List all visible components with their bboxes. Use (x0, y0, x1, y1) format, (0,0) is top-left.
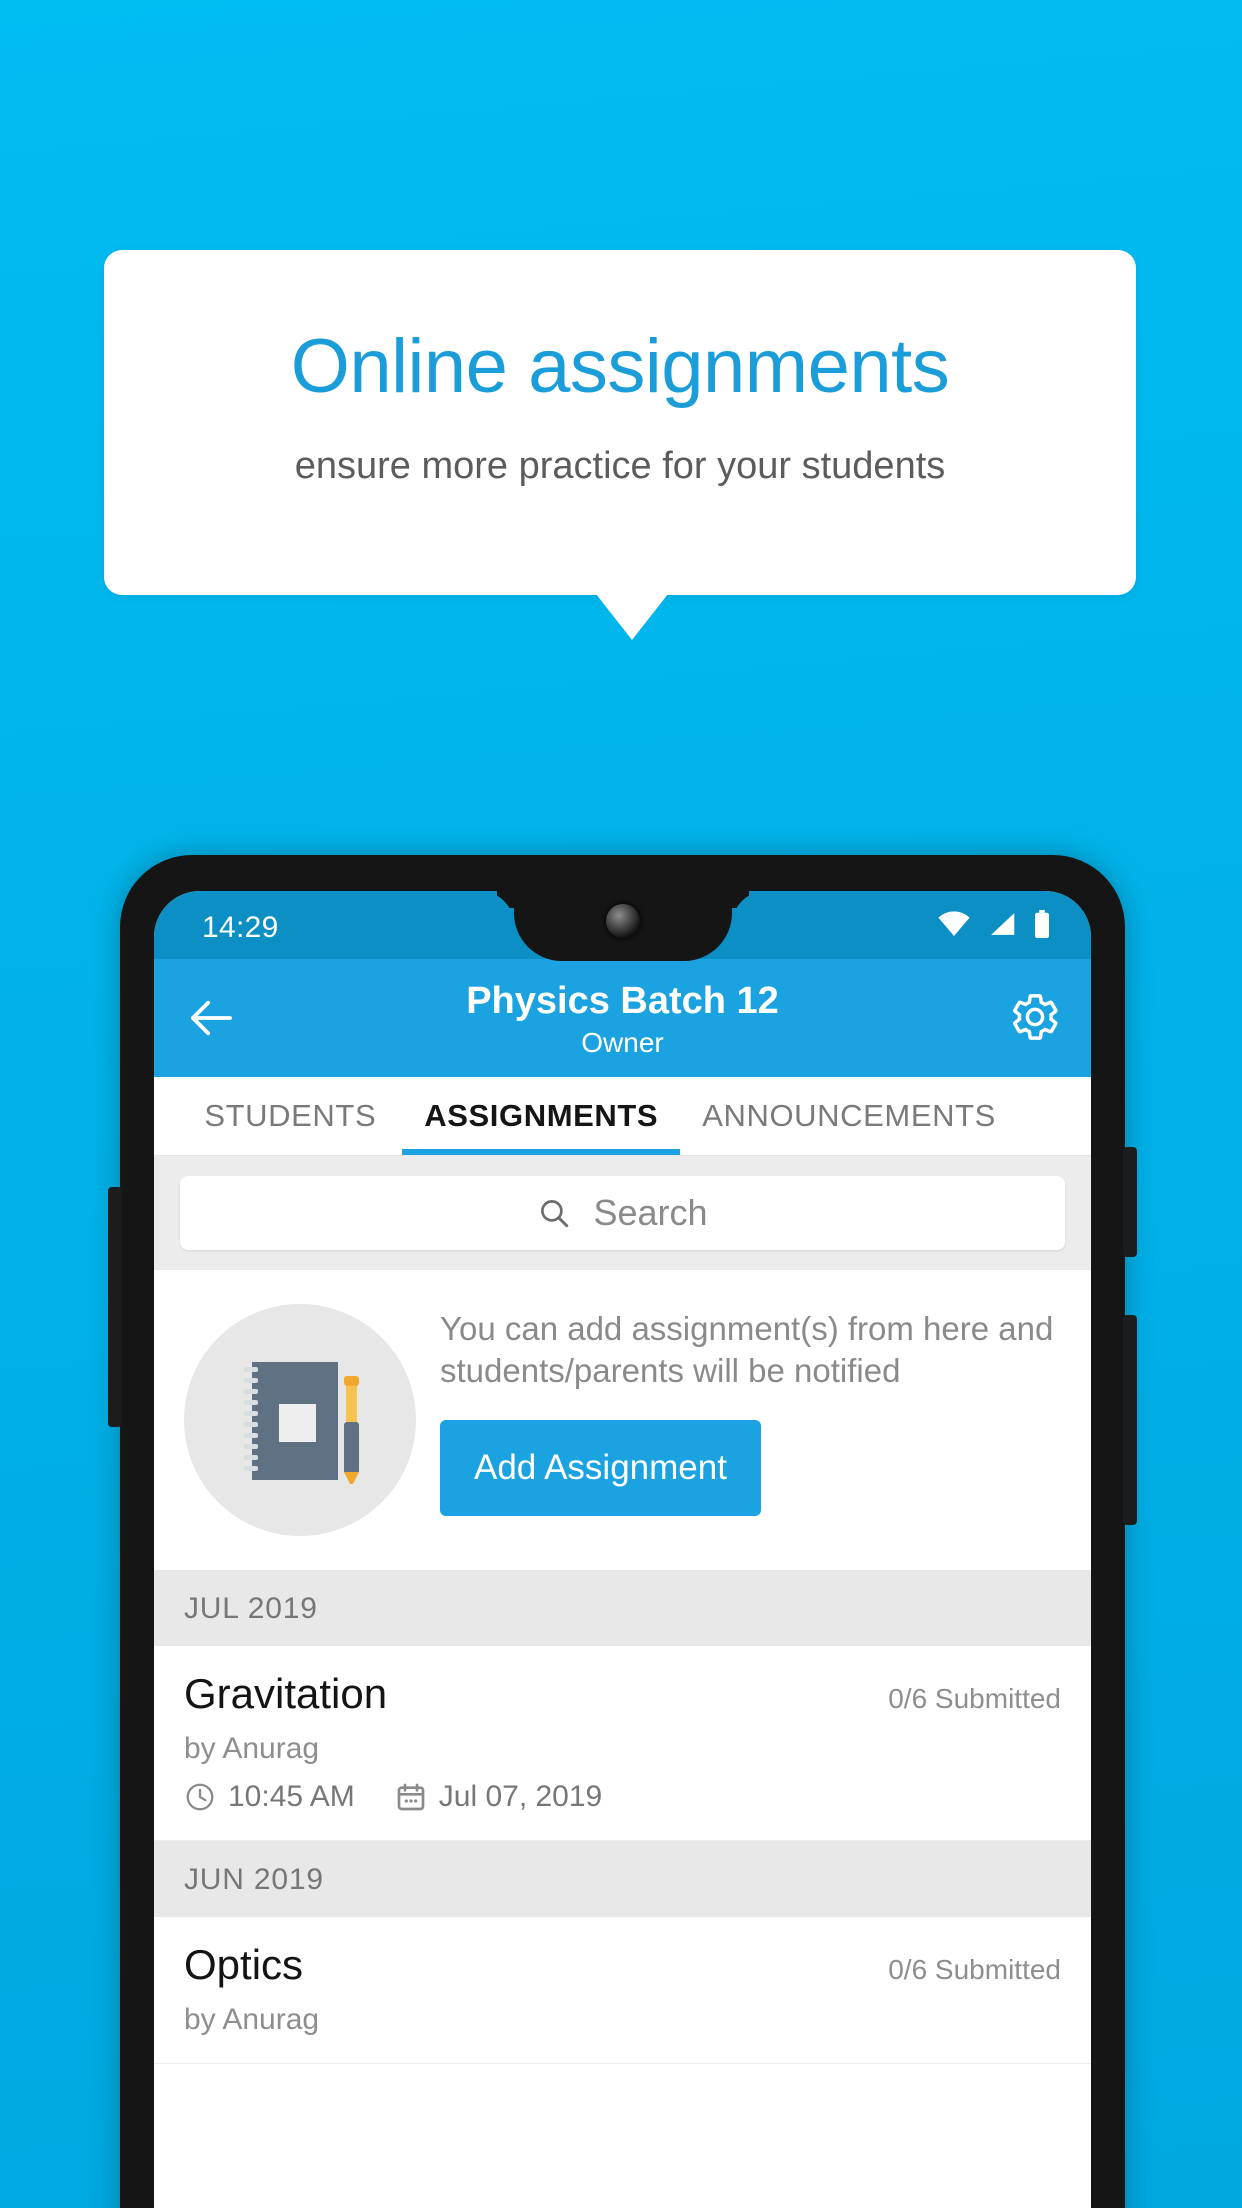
battery-icon (1033, 910, 1051, 938)
calendar-icon (395, 1781, 427, 1813)
app-bar-titles: Physics Batch 12 Owner (154, 977, 1091, 1061)
wifi-icon (937, 911, 971, 937)
tab-overview[interactable]: IEW (154, 1077, 178, 1155)
phone-mockup: 14:29 Physics Batch 12 Owner STUDENTS AS… (108, 855, 1137, 2208)
assignment-date: Jul 07, 2019 (438, 1780, 603, 1813)
assignment-author: by Anurag (184, 1732, 320, 1765)
assignment-row-optics[interactable]: Optics 0/6 Submitted by Anurag (154, 1917, 1091, 2064)
search-input[interactable]: Search (180, 1176, 1065, 1250)
promo-callout-bubble: Online assignments ensure more practice … (104, 250, 1136, 595)
tab-assignments[interactable]: ASSIGNMENTS (402, 1077, 681, 1155)
status-time: 14:29 (202, 911, 279, 944)
assignment-row-gravitation[interactable]: Gravitation 0/6 Submitted by Anurag 10:4… (154, 1646, 1091, 1841)
assignment-time: 10:45 AM (228, 1780, 355, 1813)
phone-screen: 14:29 Physics Batch 12 Owner STUDENTS AS… (154, 891, 1091, 2208)
empty-state-card: You can add assignment(s) from here and … (154, 1270, 1091, 1570)
app-bar: Physics Batch 12 Owner (154, 959, 1091, 1077)
signal-icon (987, 911, 1017, 937)
status-bar: 14:29 (154, 891, 1091, 961)
assignment-author: by Anurag (184, 2003, 320, 2036)
clock-icon (184, 1781, 216, 1813)
assignment-meta: 10:45 AM Jul 07, 2019 (184, 1780, 1061, 1814)
notebook-and-pen-icon (184, 1304, 416, 1536)
assignment-title: Gravitation (184, 1670, 388, 1717)
tab-students[interactable]: STUDENTS (178, 1077, 402, 1155)
gear-icon[interactable] (1009, 991, 1061, 1043)
empty-state-content: You can add assignment(s) from here and … (440, 1292, 1061, 1516)
assignment-row-top: Gravitation 0/6 Submitted (184, 1670, 1061, 1718)
assignment-row-top: Optics 0/6 Submitted (184, 1941, 1061, 1989)
search-icon (537, 1196, 571, 1230)
phone-volume-button (1123, 1315, 1137, 1525)
promo-screenshot: Online assignments ensure more practice … (0, 0, 1242, 2208)
assignment-title: Optics (184, 1941, 304, 1988)
empty-state-text: You can add assignment(s) from here and … (440, 1310, 1054, 1389)
tab-announcements[interactable]: ANNOUNCEMENTS (680, 1077, 1018, 1155)
phone-notch (513, 891, 732, 961)
status-icons (937, 910, 1051, 938)
tab-bar[interactable]: IEW STUDENTS ASSIGNMENTS ANNOUNCEMENTS (154, 1077, 1091, 1156)
search-area: Search (154, 1156, 1091, 1270)
page-title: Physics Batch 12 (466, 980, 779, 1022)
promo-title: Online assignments (290, 324, 950, 409)
section-header-jul: JUL 2019 (154, 1570, 1091, 1646)
add-assignment-button[interactable]: Add Assignment (440, 1420, 761, 1516)
phone-power-button (1123, 1147, 1137, 1257)
assignment-submitted-count: 0/6 Submitted (888, 1683, 1061, 1714)
promo-subtitle: ensure more practice for your students (294, 445, 946, 487)
bubble-tail (596, 594, 668, 640)
phone-side-button-left (108, 1187, 122, 1427)
page-subtitle: Owner (581, 1027, 664, 1058)
assignment-submitted-count: 0/6 Submitted (888, 1954, 1061, 1985)
front-camera (605, 904, 640, 938)
search-placeholder: Search (593, 1192, 708, 1233)
section-header-jun: JUN 2019 (154, 1841, 1091, 1917)
